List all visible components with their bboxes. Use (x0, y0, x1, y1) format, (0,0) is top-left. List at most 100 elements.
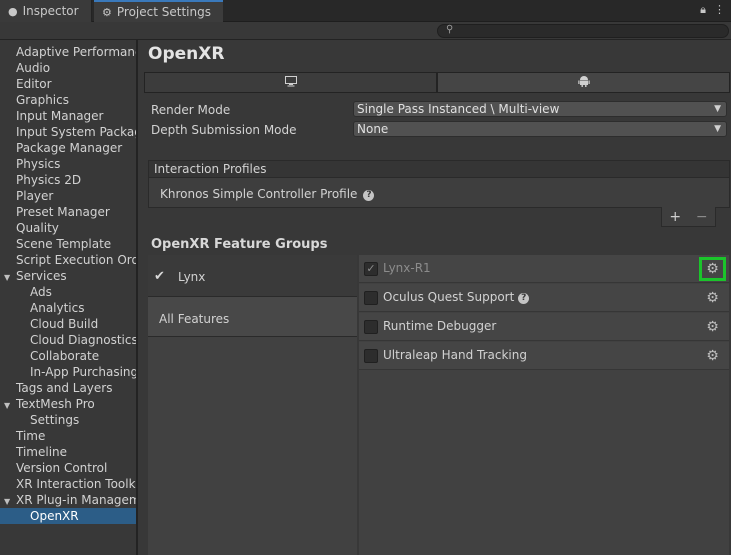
depth-submission-label: Depth Submission Mode (151, 123, 297, 137)
tab-inspector[interactable]: ● Inspector (0, 0, 92, 22)
interaction-profiles-list: Interaction Profiles Khronos Simple Cont… (148, 160, 730, 208)
sidebar-item[interactable]: Preset Manager (0, 204, 136, 220)
sidebar-item[interactable]: Quality (0, 220, 136, 236)
sidebar-item-label: Quality (16, 221, 59, 235)
tab-platform-desktop[interactable] (144, 72, 437, 93)
sidebar-item[interactable]: Version Control (0, 460, 136, 476)
sidebar-item[interactable]: Script Execution Order (0, 252, 136, 268)
sidebar-item-label: Graphics (16, 93, 69, 107)
sidebar-item[interactable]: Editor (0, 76, 136, 92)
sidebar-item-label: Package Manager (16, 141, 123, 155)
sidebar-item-label: Time (16, 429, 46, 443)
sidebar-item[interactable]: ▼ TextMesh Pro (0, 396, 136, 412)
feature-checkbox[interactable] (364, 349, 378, 363)
render-mode-dropdown[interactable]: Single Pass Instanced \ Multi-view ▼ (353, 101, 727, 117)
sidebar-item-label: In-App Purchasing (30, 365, 138, 379)
android-icon (577, 75, 590, 90)
gear-icon[interactable]: ⚙ (699, 344, 726, 368)
feature-label: Ultraleap Hand Tracking (383, 348, 527, 362)
render-mode-value: Single Pass Instanced \ Multi-view (357, 102, 560, 116)
list-item[interactable]: Khronos Simple Controller Profile? (160, 187, 375, 201)
platform-tabs (144, 72, 730, 93)
feature-group-label: All Features (159, 312, 230, 326)
sidebar-item[interactable]: ▼ Services (0, 268, 136, 284)
sidebar-item[interactable]: OpenXR (0, 508, 136, 524)
sidebar-item[interactable]: Ads (0, 284, 136, 300)
sidebar-item[interactable]: Tags and Layers (0, 380, 136, 396)
checkmark-icon[interactable]: ✔ (154, 269, 165, 284)
feature-group-all-features[interactable]: All Features (148, 297, 357, 337)
tab-project-settings[interactable]: ⚙ Project Settings (94, 0, 223, 22)
lock-icon[interactable]: 🔒︎ (700, 3, 706, 17)
sidebar-item-label: Input Manager (16, 109, 104, 123)
feature-label: Runtime Debugger (383, 319, 497, 333)
depth-submission-dropdown[interactable]: None ▼ (353, 121, 727, 137)
feature-checkbox[interactable]: ✓ (364, 262, 378, 276)
sidebar-item[interactable]: Physics (0, 156, 136, 172)
gear-icon[interactable]: ⚙ (699, 315, 726, 339)
sidebar-item[interactable]: Settings (0, 412, 136, 428)
help-icon[interactable]: ? (518, 293, 530, 304)
feature-row-oculus-quest[interactable]: Oculus Quest Support? ⚙ (359, 284, 729, 312)
sidebar-item-label: XR Plug-in Management (16, 493, 136, 507)
sidebar-item-label: Tags and Layers (16, 381, 113, 395)
sidebar-item-label: Physics (16, 157, 61, 171)
sidebar-item-label: Services (16, 269, 67, 283)
feature-checkbox[interactable] (364, 291, 378, 305)
interaction-profiles-header: Interaction Profiles (149, 161, 729, 178)
sidebar-item-label: Player (16, 189, 54, 203)
sidebar-item[interactable]: Collaborate (0, 348, 136, 364)
sidebar-item[interactable]: Input Manager (0, 108, 136, 124)
search-input[interactable]: ⚲ (437, 24, 729, 38)
sidebar-item-label: Version Control (16, 461, 108, 475)
sidebar-item[interactable]: Timeline (0, 444, 136, 460)
chevron-down-icon: ▼ (714, 104, 721, 114)
feature-label: Oculus Quest Support? (383, 290, 530, 304)
sidebar-item[interactable]: Scene Template (0, 236, 136, 252)
sidebar-item[interactable]: XR Interaction Toolkit (0, 476, 136, 492)
sidebar-item-label: Cloud Build (30, 317, 99, 331)
sidebar-item-label: Collaborate (30, 349, 100, 363)
foldout-arrow-icon[interactable]: ▼ (4, 398, 14, 412)
help-icon[interactable]: ? (363, 190, 375, 201)
sidebar-item-label: Physics 2D (16, 173, 82, 187)
sidebar-item[interactable]: Cloud Diagnostics (0, 332, 136, 348)
sidebar-item[interactable]: Player (0, 188, 136, 204)
sidebar-item[interactable]: Physics 2D (0, 172, 136, 188)
remove-profile-button[interactable]: − (696, 209, 708, 225)
gear-icon[interactable]: ⚙ (699, 257, 726, 281)
foldout-arrow-icon[interactable]: ▼ (4, 494, 14, 508)
tab-platform-android[interactable] (437, 72, 730, 93)
feature-group-lynx[interactable]: ✔ Lynx (148, 255, 357, 297)
sidebar-item[interactable]: Adaptive Performance (0, 44, 136, 60)
sidebar-item[interactable]: Time (0, 428, 136, 444)
sidebar-item-label: Input System Package (16, 125, 138, 139)
add-profile-button[interactable]: + (669, 209, 681, 225)
feature-row-lynx-r1[interactable]: ✓ Lynx-R1 ⚙ (359, 255, 729, 283)
desktop-icon (284, 75, 297, 90)
sidebar-item[interactable]: Cloud Build (0, 316, 136, 332)
list-add-remove-controls: + − (661, 207, 716, 227)
gear-icon[interactable]: ⚙ (699, 286, 726, 310)
sidebar-item[interactable]: Graphics (0, 92, 136, 108)
sidebar-item[interactable]: ▼XR Plug-in Management (0, 492, 136, 508)
feature-row-runtime-debugger[interactable]: Runtime Debugger ⚙ (359, 313, 729, 341)
feature-checkbox[interactable] (364, 320, 378, 334)
sidebar-item[interactable]: Input System Package (0, 124, 138, 140)
feature-groups-list: ✔ Lynx All Features (148, 255, 357, 555)
menu-icon[interactable]: ⋮ (714, 3, 725, 17)
sidebar-item[interactable]: Audio (0, 60, 136, 76)
depth-submission-value: None (357, 122, 389, 136)
sidebar-item[interactable]: Package Manager (0, 140, 136, 156)
feature-row-ultraleap[interactable]: Ultraleap Hand Tracking ⚙ (359, 342, 729, 370)
sidebar-item[interactable]: Analytics (0, 300, 136, 316)
sidebar-item-label: Analytics (30, 301, 85, 315)
settings-main-panel: OpenXR Render Mode Single Pass Instanced… (140, 40, 731, 555)
foldout-arrow-icon[interactable]: ▼ (4, 270, 14, 284)
feature-group-label: Lynx (178, 270, 206, 284)
page-title: OpenXR (148, 44, 225, 64)
gear-icon: ⚙ (102, 5, 112, 19)
sidebar-item-label: TextMesh Pro (16, 397, 95, 411)
sidebar-item[interactable]: In-App Purchasing (0, 364, 138, 380)
search-icon: ⚲ (446, 24, 454, 35)
